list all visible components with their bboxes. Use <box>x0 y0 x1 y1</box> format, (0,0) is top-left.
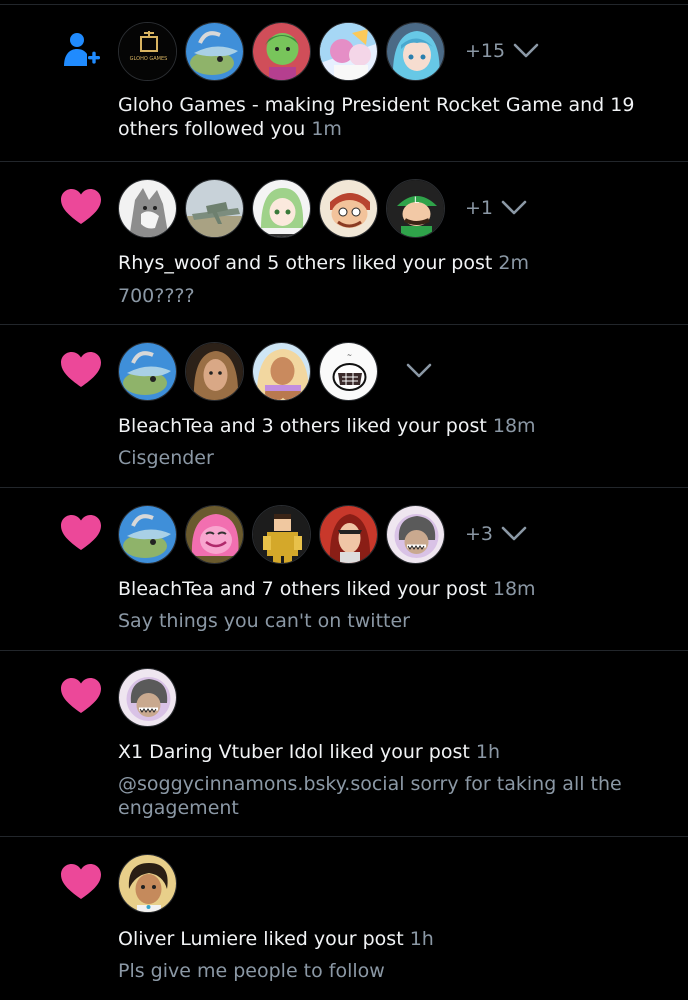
avatar[interactable] <box>185 504 244 564</box>
avatar-stack <box>118 853 185 913</box>
avatar[interactable] <box>252 21 311 81</box>
actor-text: BleachTea and 3 others liked your post <box>118 415 487 437</box>
timestamp: 1h <box>409 928 434 950</box>
avatar-stack <box>118 667 185 727</box>
actor-text: X1 Daring Vtuber Idol liked your post <box>118 741 470 763</box>
svg-text:~: ~ <box>347 352 352 359</box>
avatar[interactable]: L <box>386 178 445 238</box>
avatar[interactable] <box>386 21 445 81</box>
chevron-down-icon[interactable] <box>513 43 539 59</box>
heart-icon <box>60 186 102 228</box>
notification-text: BleachTea and 7 others liked your post 1… <box>118 577 658 601</box>
avatar[interactable] <box>319 504 378 564</box>
timestamp: 1m <box>311 118 342 140</box>
notification-item-like[interactable]: ~ BleachTea and 3 others liked your post… <box>0 325 688 488</box>
extra-count: +15 <box>465 40 506 62</box>
notification-item-follow[interactable]: GLOHO GAMES +15 Gloho Games - making Pre… <box>0 5 688 162</box>
notification-item-like[interactable]: Oliver Lumiere liked your post 1h Pls gi… <box>0 837 688 1000</box>
notification-text: Oliver Lumiere liked your post 1h <box>118 927 658 951</box>
avatar-stack: +3 <box>118 504 527 564</box>
heart-icon <box>60 512 102 554</box>
timestamp: 1h <box>475 741 501 763</box>
notification-text: Gloho Games - making President Rocket Ga… <box>118 93 658 141</box>
post-snippet[interactable]: Say things you can't on twitter <box>118 609 638 633</box>
actor-text: Rhys_woof and 5 others liked your post <box>118 252 493 274</box>
avatar[interactable] <box>118 667 177 727</box>
logo-text: GLOHO GAMES <box>130 56 168 62</box>
notification-text: BleachTea and 3 others liked your post 1… <box>118 414 658 438</box>
heart-icon <box>60 861 102 903</box>
post-snippet[interactable]: Cisgender <box>118 446 638 470</box>
notification-text: Rhys_woof and 5 others liked your post 2… <box>118 251 658 275</box>
avatar[interactable] <box>118 178 177 238</box>
timestamp: 18m <box>492 415 536 437</box>
notifications-feed: GLOHO GAMES +15 Gloho Games - making Pre… <box>0 0 688 1000</box>
actor-text: BleachTea and 7 others liked your post <box>118 578 487 600</box>
timestamp: 18m <box>492 578 536 600</box>
post-snippet[interactable]: @soggycinnamons.bsky.social sorry for ta… <box>118 772 638 820</box>
chevron-down-icon[interactable] <box>501 200 527 216</box>
avatar[interactable] <box>252 341 311 401</box>
extra-count: +3 <box>465 523 494 545</box>
avatar-stack: GLOHO GAMES +15 <box>118 21 539 81</box>
actor-text: Oliver Lumiere liked your post <box>118 928 404 950</box>
avatar[interactable] <box>252 504 311 564</box>
actor-text: Gloho Games - making President Rocket Ga… <box>118 94 635 140</box>
notification-item-like[interactable]: +3 BleachTea and 7 others liked your pos… <box>0 488 688 651</box>
heart-icon <box>60 349 102 391</box>
post-snippet[interactable]: 700???? <box>118 284 638 308</box>
timestamp: 2m <box>498 252 529 274</box>
avatar[interactable] <box>118 341 177 401</box>
svg-text:L: L <box>414 196 419 206</box>
chevron-down-icon[interactable] <box>501 526 527 542</box>
post-snippet[interactable]: Pls give me people to follow <box>118 959 638 983</box>
avatar[interactable] <box>185 178 244 238</box>
notification-item-like[interactable]: L +1 Rhys_woof and 5 others liked your p… <box>0 162 688 325</box>
avatar[interactable] <box>185 341 244 401</box>
person-plus-icon <box>60 29 102 71</box>
avatar-stack: L +1 <box>118 178 527 238</box>
notification-text: X1 Daring Vtuber Idol liked your post 1h <box>118 740 658 764</box>
notification-item-like[interactable]: X1 Daring Vtuber Idol liked your post 1h… <box>0 651 688 837</box>
avatar[interactable] <box>118 853 177 913</box>
avatar[interactable] <box>386 504 445 564</box>
avatar[interactable]: GLOHO GAMES <box>118 21 177 81</box>
avatar-stack: ~ <box>118 341 432 401</box>
avatar[interactable] <box>252 178 311 238</box>
extra-count: +1 <box>465 197 494 219</box>
avatar[interactable] <box>319 178 378 238</box>
heart-icon <box>60 675 102 717</box>
avatar[interactable] <box>118 504 177 564</box>
avatar[interactable] <box>319 21 378 81</box>
chevron-down-icon[interactable] <box>406 363 432 379</box>
avatar[interactable]: ~ <box>319 341 378 401</box>
avatar[interactable] <box>185 21 244 81</box>
